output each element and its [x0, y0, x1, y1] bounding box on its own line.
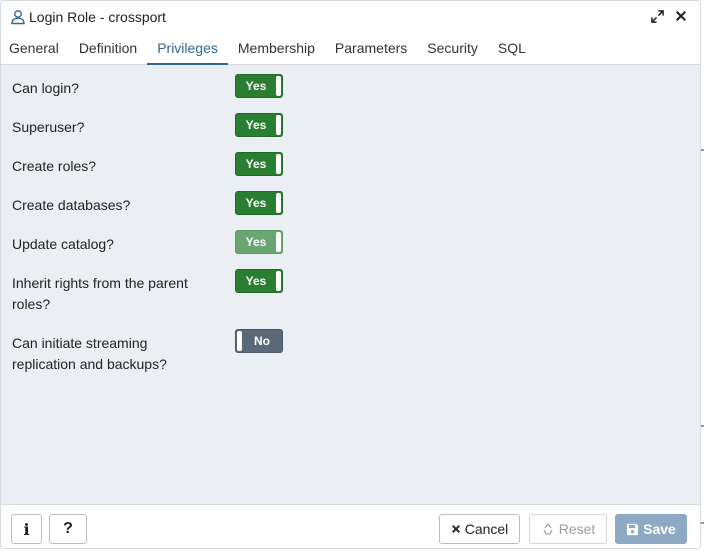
dialog-footer: i ? Cancel Reset Save [1, 504, 700, 548]
create-databases-label: Create databases? [12, 197, 131, 213]
streaming-replication-toggle[interactable]: No [235, 329, 283, 353]
toggle-state: Yes [245, 274, 267, 288]
maximize-icon[interactable] [650, 9, 664, 23]
help-button[interactable]: ? [49, 514, 87, 544]
tab-bar: General Definition Privileges Membership… [1, 33, 700, 65]
toggle-state: No [254, 334, 270, 348]
create-databases-toggle[interactable]: Yes [235, 191, 283, 215]
toggle-knob [276, 271, 281, 291]
save-label: Save [643, 521, 676, 537]
tab-membership[interactable]: Membership [228, 33, 325, 64]
superuser-toggle[interactable]: Yes [235, 113, 283, 137]
toggle-knob [276, 115, 281, 135]
dialog-titlebar[interactable]: Login Role - crossport [1, 1, 700, 33]
close-icon [451, 525, 460, 533]
create-roles-label: Create roles? [12, 158, 97, 174]
user-icon [11, 10, 25, 25]
inherit-rights-label: Inherit rights from the parent roles? [12, 275, 188, 312]
tab-privileges[interactable]: Privileges [147, 33, 228, 65]
cancel-button[interactable]: Cancel [439, 514, 520, 544]
toggle-state: Yes [245, 118, 267, 132]
tab-definition[interactable]: Definition [69, 33, 147, 64]
save-button[interactable]: Save [615, 514, 687, 544]
floppy-disk-icon [627, 523, 639, 535]
toggle-knob [276, 154, 281, 174]
info-icon: i [23, 519, 30, 539]
dialog-title: Login Role - crossport [29, 9, 166, 25]
toggle-state: Yes [245, 79, 267, 93]
tab-general[interactable]: General [1, 33, 69, 64]
create-roles-toggle[interactable]: Yes [235, 152, 283, 176]
recycle-icon [543, 523, 553, 535]
tab-security[interactable]: Security [417, 33, 488, 64]
close-icon[interactable] [674, 9, 688, 23]
toggle-knob [276, 193, 281, 213]
privileges-panel: Can login? Yes Superuser? Yes Create rol… [1, 66, 700, 503]
update-catalog-toggle: Yes [235, 230, 283, 254]
superuser-label: Superuser? [12, 119, 85, 135]
can-login-toggle[interactable]: Yes [235, 74, 283, 98]
reset-button[interactable]: Reset [529, 514, 607, 544]
inherit-rights-toggle[interactable]: Yes [235, 269, 283, 293]
toggle-knob [276, 232, 281, 252]
tab-sql[interactable]: SQL [488, 33, 536, 64]
update-catalog-label: Update catalog? [12, 236, 114, 252]
tab-parameters[interactable]: Parameters [325, 33, 417, 64]
toggle-state: Yes [245, 235, 267, 249]
login-role-dialog: Login Role - crossport General Definitio… [0, 0, 701, 549]
info-button[interactable]: i [11, 514, 42, 544]
toggle-knob [276, 76, 281, 96]
help-icon: ? [63, 520, 73, 537]
toggle-state: Yes [245, 157, 267, 171]
reset-label: Reset [558, 521, 596, 537]
can-login-label: Can login? [12, 80, 79, 96]
cancel-label: Cancel [464, 521, 509, 537]
streaming-replication-label: Can initiate streaming replication and b… [12, 335, 167, 372]
toggle-state: Yes [245, 196, 267, 210]
